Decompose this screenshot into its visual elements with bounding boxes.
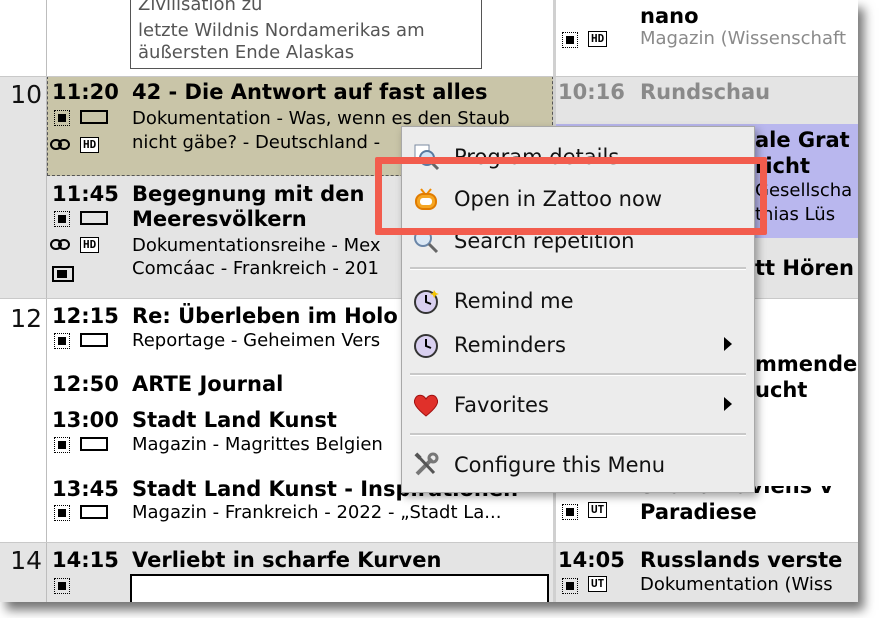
tools-icon: [412, 451, 440, 479]
program-time[interactable]: 13:00: [52, 408, 119, 432]
program-title[interactable]: Begegnung mit den: [132, 182, 364, 206]
program-title-line2[interactable]: Meeresvölkern: [132, 207, 307, 231]
menu-item-label: Configure this Menu: [454, 453, 666, 477]
program-time[interactable]: 14:05: [558, 548, 625, 572]
program-image-box: [130, 574, 549, 602]
program-title[interactable]: tt Hören: [755, 256, 854, 280]
record-icon[interactable]: [54, 505, 70, 521]
program-title[interactable]: mmender: [755, 352, 858, 376]
hour-label-12: 12: [10, 304, 42, 333]
prev-desc-line2: äußersten Ende Alaskas: [138, 42, 355, 63]
record-icon[interactable]: [562, 578, 578, 594]
program-title[interactable]: Verliebt in scharfe Kurven: [132, 548, 441, 572]
subtitles-icon: UT: [588, 502, 608, 518]
program-time[interactable]: 13:45: [52, 477, 119, 501]
menu-item-configure-menu[interactable]: Configure this Menu: [402, 445, 754, 485]
separator-14: [0, 542, 858, 543]
screen-format-icon: [80, 110, 108, 124]
screen-format-icon: [80, 211, 108, 225]
program-time[interactable]: 14:15: [52, 548, 119, 572]
program-title[interactable]: 42 - Die Antwort auf fast alles: [132, 80, 488, 104]
program-title[interactable]: Paradiese: [640, 500, 757, 524]
program-time[interactable]: 10:16: [558, 80, 625, 104]
prev-desc-line1: letzte Wildnis Nordamerikas am: [138, 20, 425, 41]
tv-guide-window: 10 12 14 Zivilisation zu letzte Wildnis …: [0, 0, 858, 602]
submenu-arrow-icon: [724, 337, 732, 351]
menu-item-favorites[interactable]: Favorites: [402, 385, 754, 425]
video-camera-icon: [52, 266, 74, 282]
prev-desc-line0: Zivilisation zu: [138, 0, 263, 15]
screen-format-icon: [80, 505, 108, 519]
program-time[interactable]: 11:20: [52, 80, 119, 104]
separator-10: [0, 76, 858, 77]
program-time[interactable]: 11:45: [52, 182, 119, 206]
menu-item-label: Remind me: [454, 289, 574, 313]
hd-badge-icon: HD: [588, 31, 608, 47]
stereo-icon: [50, 238, 76, 252]
menu-item-label: Reminders: [454, 333, 566, 357]
subtitles-icon: UT: [588, 576, 608, 592]
program-desc: Magazin (Wissenschaft: [640, 28, 847, 49]
menu-item-reminders[interactable]: Reminders: [402, 325, 754, 365]
record-icon[interactable]: [562, 504, 578, 520]
record-icon[interactable]: [54, 578, 70, 594]
program-title[interactable]: nano: [640, 4, 699, 28]
program-title[interactable]: Re: Überleben im Holo: [132, 304, 398, 328]
program-title[interactable]: ucht: [755, 378, 807, 402]
hd-badge-icon: HD: [80, 137, 100, 153]
menu-separator: [410, 433, 746, 436]
reminder-clock-icon: [412, 287, 440, 315]
record-icon[interactable]: [54, 211, 70, 227]
program-desc: Dokumentationsreihe - Mex: [132, 235, 381, 256]
heart-icon: [412, 391, 440, 419]
program-title[interactable]: Stadt Land Kunst: [132, 408, 337, 432]
program-time[interactable]: 12:50: [52, 372, 119, 396]
record-icon[interactable]: [54, 437, 70, 453]
hour-label-14: 14: [10, 546, 42, 575]
program-title[interactable]: ale Grat: [755, 128, 850, 152]
hd-badge-icon: HD: [80, 237, 100, 253]
program-desc: nicht gäbe? - Deutschland -: [132, 132, 381, 153]
menu-separator: [410, 267, 746, 270]
program-desc: Gesellscha: [755, 180, 853, 201]
program-desc: thias Lüs: [755, 204, 836, 225]
column-divider-left: [46, 0, 47, 602]
program-desc: Magazin - Magrittes Belgien: [132, 434, 383, 455]
hour-label-10: 10: [10, 80, 42, 109]
menu-separator: [410, 373, 746, 376]
menu-item-remind-me[interactable]: Remind me: [402, 281, 754, 321]
reminders-clock-icon: [412, 331, 440, 359]
program-title[interactable]: ARTE Journal: [132, 372, 283, 396]
screen-format-icon: [80, 333, 108, 347]
program-title[interactable]: Russlands verste: [640, 548, 842, 572]
record-icon[interactable]: [54, 110, 70, 126]
record-icon[interactable]: [562, 32, 578, 48]
program-desc: Magazin - Frankreich - 2022 - „Stadt La.…: [132, 502, 502, 523]
stereo-icon: [50, 138, 76, 152]
program-time[interactable]: 12:15: [52, 304, 119, 328]
program-desc: Dokumentation (Wiss: [640, 574, 833, 595]
program-title[interactable]: Rundschau: [640, 80, 770, 104]
highlight-annotation: [375, 157, 767, 235]
submenu-arrow-icon: [724, 397, 732, 411]
menu-item-label: Favorites: [454, 393, 549, 417]
program-desc: Reportage - Geheimen Vers: [132, 330, 381, 351]
screen-format-icon: [80, 437, 108, 451]
record-icon[interactable]: [54, 333, 70, 349]
program-desc: Comcáac - Frankreich - 201: [132, 258, 379, 279]
